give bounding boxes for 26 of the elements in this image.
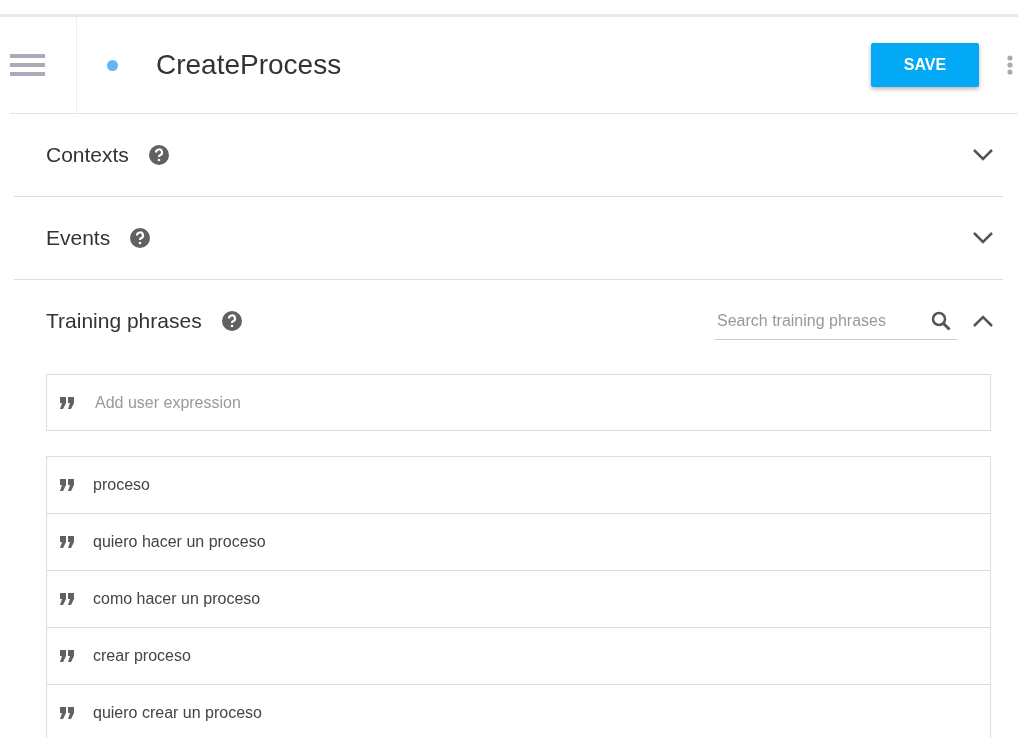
quote-icon: [59, 650, 75, 662]
training-phrase[interactable]: crear proceso: [93, 647, 191, 665]
search-input[interactable]: Search training phrases: [715, 310, 931, 331]
quote-icon: [59, 707, 75, 719]
chevron-down-icon[interactable]: [973, 149, 993, 161]
section-title: Events: [46, 226, 111, 250]
quote-icon: [59, 536, 75, 548]
quote-icon: [59, 396, 75, 409]
quote-icon: [59, 593, 75, 605]
help-icon[interactable]: [221, 311, 242, 331]
training-phrase[interactable]: quiero crear un proceso: [93, 704, 262, 722]
training-phrase[interactable]: como hacer un proceso: [93, 590, 261, 608]
chevron-down-icon[interactable]: [973, 232, 993, 244]
section-title: Contexts: [46, 143, 129, 167]
quote-icon: [59, 479, 75, 491]
search-icon: [931, 310, 951, 331]
chevron-up-icon[interactable]: [973, 315, 993, 327]
intent-title: CreateProcess: [156, 49, 343, 81]
training-phrase[interactable]: proceso: [93, 476, 150, 494]
help-icon[interactable]: [130, 228, 151, 248]
section-title: Training phrases: [46, 309, 202, 333]
expression-field[interactable]: Add user expression: [46, 374, 991, 431]
search-field[interactable]: Search training phrases: [715, 302, 957, 340]
help-icon[interactable]: [148, 145, 169, 165]
status-dot: [107, 59, 118, 71]
training-phrase[interactable]: quiero hacer un proceso: [93, 533, 266, 551]
